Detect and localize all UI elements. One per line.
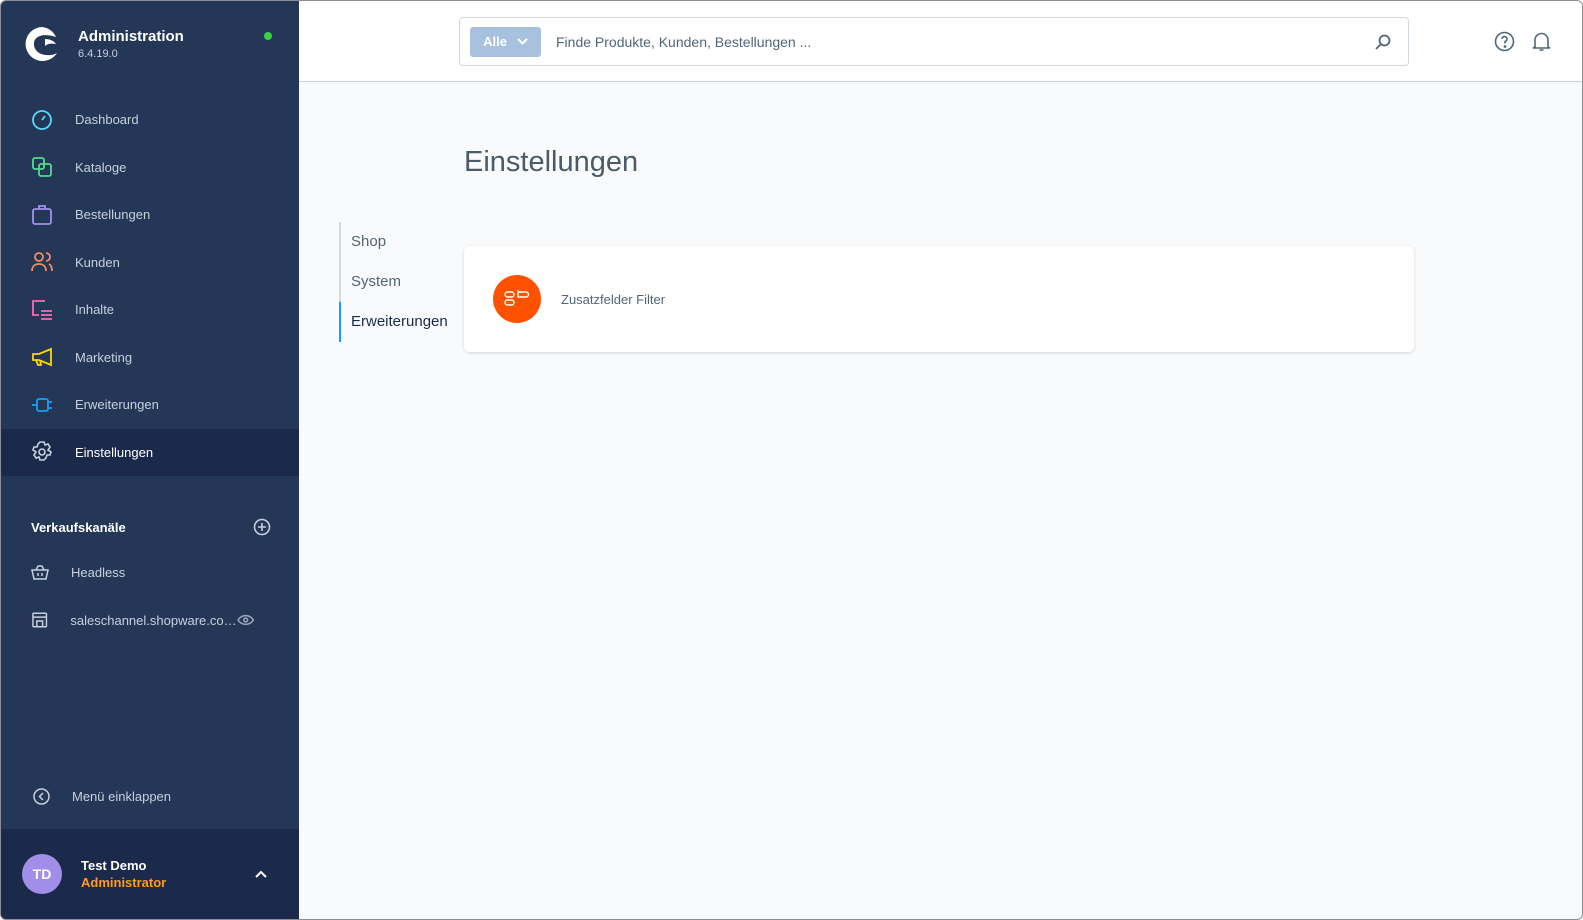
global-search: Alle bbox=[459, 17, 1409, 66]
sidebar: Administration 6.4.19.0 Dashboard Katalo… bbox=[1, 1, 299, 919]
sidebar-item-label: Kataloge bbox=[75, 159, 127, 175]
catalog-icon bbox=[32, 157, 52, 178]
megaphone-icon bbox=[32, 347, 52, 367]
sidebar-item-kataloge[interactable]: Kataloge bbox=[1, 144, 299, 192]
app-version: 6.4.19.0 bbox=[78, 48, 118, 60]
sidebar-item-marketing[interactable]: Marketing bbox=[1, 334, 299, 382]
tab-erweiterungen[interactable]: Erweiterungen bbox=[339, 302, 448, 342]
brand[interactable]: Administration 6.4.19.0 bbox=[23, 25, 184, 63]
app-title: Administration bbox=[78, 28, 184, 45]
sidebar-item-erweiterungen[interactable]: Erweiterungen bbox=[1, 381, 299, 429]
search-icon[interactable] bbox=[1375, 34, 1391, 50]
search-type-label: Alle bbox=[483, 34, 507, 49]
sidebar-item-einstellungen[interactable]: Einstellungen bbox=[1, 428, 299, 476]
tab-system[interactable]: System bbox=[341, 262, 448, 302]
sales-channel-storefront[interactable]: saleschannel.shopware.co… bbox=[31, 611, 276, 629]
status-indicator bbox=[264, 32, 272, 40]
sidebar-item-inhalte[interactable]: Inhalte bbox=[1, 286, 299, 334]
user-menu[interactable]: TD Test Demo Administrator bbox=[1, 829, 299, 919]
sidebar-item-label: Dashboard bbox=[75, 112, 139, 128]
collapse-menu-label: Menü einklappen bbox=[72, 789, 172, 804]
sales-channel-label: saleschannel.shopware.co… bbox=[70, 612, 237, 628]
add-circle-icon[interactable] bbox=[253, 518, 271, 536]
gear-icon bbox=[32, 441, 52, 462]
page-title: Einstellungen bbox=[464, 146, 639, 178]
extension-link[interactable]: Zusatzfelder Filter bbox=[561, 292, 665, 307]
sidebar-item-kunden[interactable]: Kunden bbox=[1, 239, 299, 287]
shopping-bag-icon bbox=[32, 204, 52, 225]
help-icon[interactable] bbox=[1494, 31, 1515, 52]
extension-logo-icon bbox=[493, 275, 541, 323]
search-type-dropdown[interactable]: Alle bbox=[470, 26, 541, 57]
chevron-left-circle-icon bbox=[33, 788, 50, 805]
tab-shop[interactable]: Shop bbox=[341, 222, 448, 262]
chevron-down-icon bbox=[517, 38, 528, 45]
main-nav: Dashboard Kataloge Bestellungen Kunden I… bbox=[1, 96, 299, 476]
settings-tabs: Shop System Erweiterungen bbox=[339, 222, 448, 342]
sales-channels-title: Verkaufskanäle bbox=[31, 519, 126, 535]
sidebar-item-dashboard[interactable]: Dashboard bbox=[1, 96, 299, 144]
collapse-menu-button[interactable]: Menü einklappen bbox=[33, 788, 171, 805]
shopware-logo-icon bbox=[25, 27, 57, 61]
top-header: Alle bbox=[299, 1, 1582, 82]
user-role: Administrator bbox=[81, 875, 167, 890]
eye-icon[interactable] bbox=[236, 611, 254, 629]
sidebar-item-label: Bestellungen bbox=[75, 207, 151, 223]
sales-channel-label: Headless bbox=[71, 564, 126, 580]
chevron-up-icon[interactable] bbox=[255, 870, 267, 878]
sidebar-item-label: Einstellungen bbox=[75, 444, 154, 460]
users-icon bbox=[31, 252, 53, 272]
basket-icon bbox=[31, 565, 49, 580]
sales-channels-header: Verkaufskanäle bbox=[31, 518, 271, 536]
sidebar-item-bestellungen[interactable]: Bestellungen bbox=[1, 191, 299, 239]
sales-channel-headless[interactable]: Headless bbox=[31, 563, 276, 581]
sidebar-item-label: Inhalte bbox=[75, 302, 115, 318]
extensions-card: Zusatzfelder Filter bbox=[464, 246, 1414, 352]
storefront-icon bbox=[32, 612, 48, 628]
avatar: TD bbox=[22, 854, 62, 894]
sidebar-item-label: Erweiterungen bbox=[75, 397, 159, 413]
sidebar-item-label: Kunden bbox=[75, 254, 120, 270]
content-icon bbox=[32, 299, 52, 320]
user-name: Test Demo bbox=[81, 858, 147, 873]
bell-icon[interactable] bbox=[1531, 31, 1552, 52]
plug-icon bbox=[32, 397, 52, 412]
sidebar-item-label: Marketing bbox=[75, 349, 133, 365]
search-input[interactable] bbox=[556, 33, 1375, 50]
dashboard-icon bbox=[32, 109, 52, 130]
